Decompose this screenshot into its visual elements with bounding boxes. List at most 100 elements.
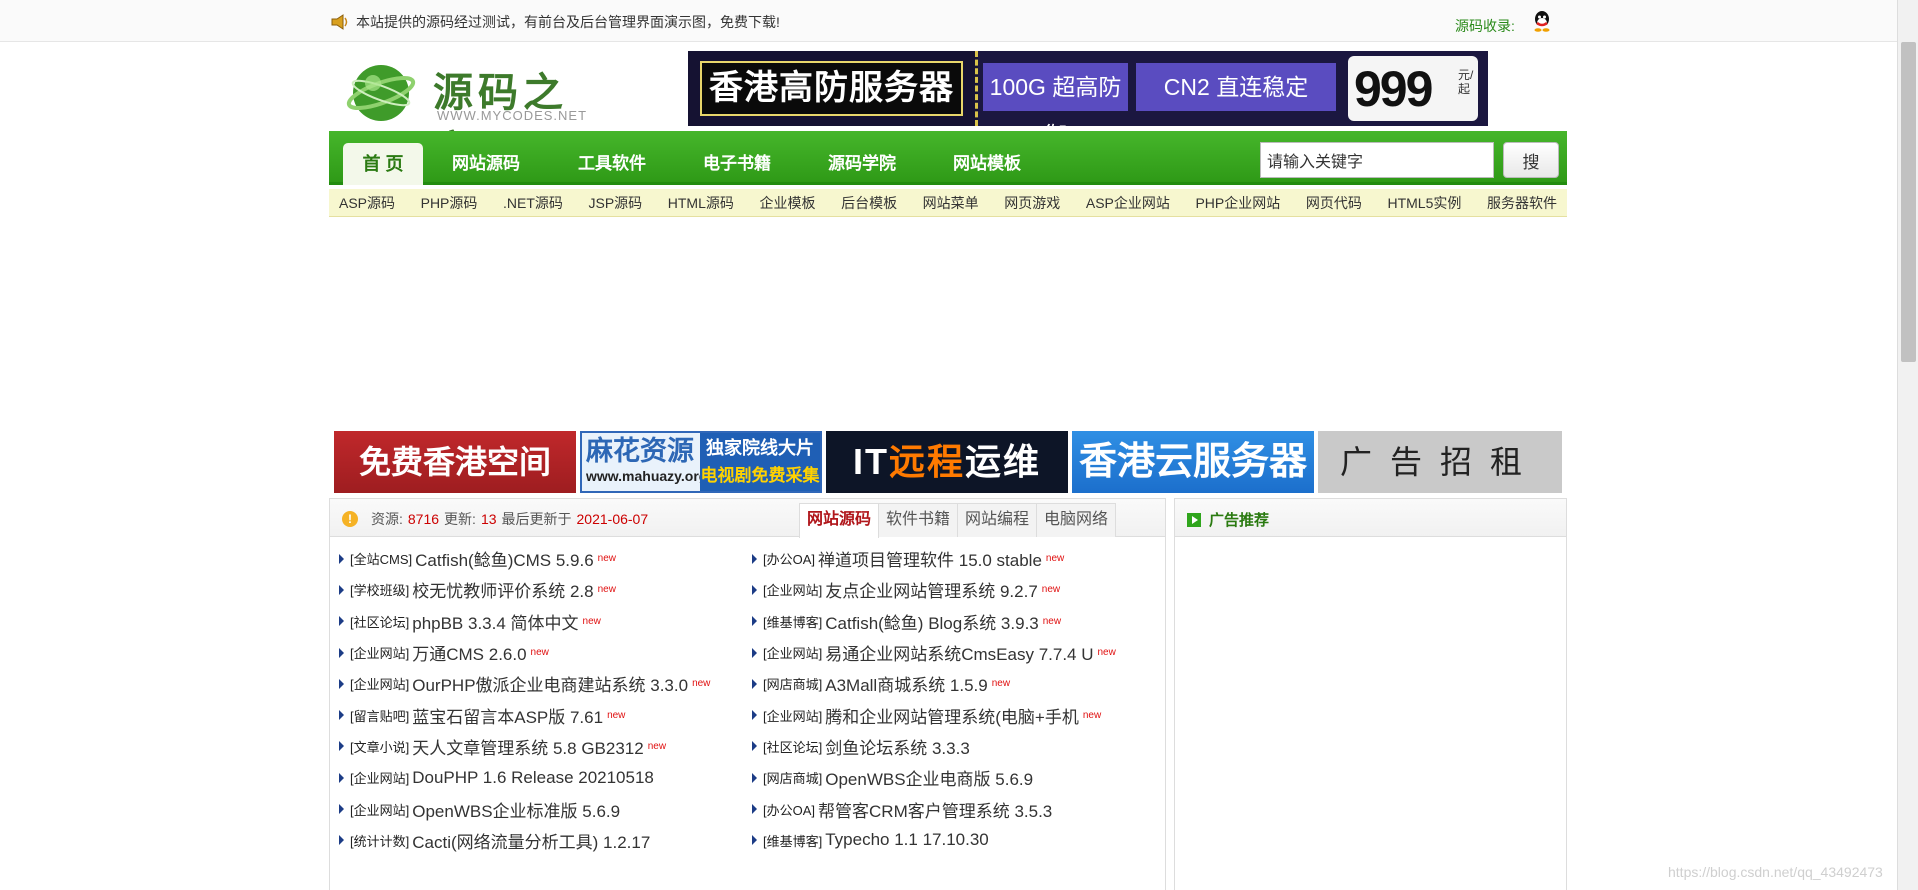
list-item[interactable]: [维基博客] Typecho 1.1 17.10.30 [752,825,1162,856]
category-tag[interactable]: [全站CMS] [350,549,412,568]
category-tag[interactable]: [企业网站] [763,643,822,662]
source-collect-link[interactable]: 源码收录: [1455,16,1515,36]
category-tag[interactable]: [学校班级] [350,580,409,599]
subnav-html5-examples[interactable]: HTML5实例 [1387,193,1461,213]
subnav-enterprise-templates[interactable]: 企业模板 [759,193,815,213]
category-tag[interactable]: [留言贴吧] [350,706,409,725]
play-icon [1187,512,1201,527]
list-item[interactable]: [办公OA] 帮管客CRM客户管理系统 3.5.3 [752,793,1162,824]
item-title[interactable]: 校无忧教师评价系统 2.8 [412,577,593,602]
search-button[interactable]: 搜 [1503,142,1559,178]
item-title[interactable]: Catfish(鲶鱼) Blog系统 3.9.3 [825,609,1039,634]
ad-hk-cloud-server[interactable]: 香港云服务器 [1072,431,1314,493]
list-item[interactable]: [企业网站] 腾和企业网站管理系统(电脑+手机 new [752,699,1162,730]
category-tag[interactable]: [维基博客] [763,831,822,850]
list-item[interactable]: [企业网站] OurPHP傲派企业电商建站系统 3.3.0 new [339,668,749,699]
list-item[interactable]: [社区论坛] 剑鱼论坛系统 3.3.3 [752,731,1162,762]
ad-mahua-resources[interactable]: 麻花资源 www.mahuazy.org 独家院线大片 电视剧免费采集 [580,431,822,493]
item-title[interactable]: 易通企业网站系统CmsEasy 7.7.4 U [825,640,1093,665]
list-item[interactable]: [社区论坛] phpBB 3.3.4 简体中文 new [339,606,749,637]
list-item[interactable]: [企业网站] 万通CMS 2.6.0 new [339,637,749,668]
category-tag[interactable]: [统计计数] [350,831,409,850]
ad-it-text-c: 运维 [965,441,1042,482]
ad-it-remote-ops[interactable]: IT远程运维 [826,431,1068,493]
list-item[interactable]: [文章小说] 天人文章管理系统 5.8 GB2312 new [339,731,749,762]
list-item[interactable]: [企业网站] 友点企业网站管理系统 9.2.7 new [752,574,1162,605]
category-tag[interactable]: [企业网站] [763,580,822,599]
item-title[interactable]: 剑鱼论坛系统 3.3.3 [825,734,970,759]
category-tag[interactable]: [文章小说] [350,737,409,756]
ad-space-for-rent[interactable]: 广告招租 [1318,431,1562,493]
qq-icon[interactable] [1532,10,1552,32]
subnav-server-software[interactable]: 服务器软件 [1487,193,1557,213]
subnav-web-code[interactable]: 网页代码 [1306,193,1362,213]
subnav-site-menus[interactable]: 网站菜单 [923,193,979,213]
item-title[interactable]: 友点企业网站管理系统 9.2.7 [825,577,1038,602]
item-title[interactable]: A3Mall商城系统 1.5.9 [825,671,988,696]
list-item[interactable]: [企业网站] 易通企业网站系统CmsEasy 7.7.4 U new [752,637,1162,668]
category-tag[interactable]: [社区论坛] [350,612,409,631]
category-tag[interactable]: [网店商城] [763,674,822,693]
subnav-admin-templates[interactable]: 后台模板 [841,193,897,213]
category-tag[interactable]: [企业网站] [350,674,409,693]
category-tag[interactable]: [企业网站] [763,706,822,725]
list-item[interactable]: [办公OA] 禅道项目管理软件 15.0 stable new [752,543,1162,574]
category-tag[interactable]: [企业网站] [350,768,409,787]
category-tag[interactable]: [维基博客] [763,612,822,631]
page-scrollbar[interactable] [1897,0,1918,890]
nav-tools[interactable]: 工具软件 [578,149,646,174]
list-item[interactable]: [网店商城] OpenWBS企业电商版 5.6.9 [752,762,1162,793]
subnav-asp-enterprise[interactable]: ASP企业网站 [1086,193,1170,213]
list-item[interactable]: [全站CMS] Catfish(鲶鱼)CMS 5.9.6 new [339,543,749,574]
nav-ebooks[interactable]: 电子书籍 [703,149,771,174]
nav-academy[interactable]: 源码学院 [828,149,896,174]
subnav-html[interactable]: HTML源码 [668,193,734,213]
list-item[interactable]: [网店商城] A3Mall商城系统 1.5.9 new [752,668,1162,699]
item-title[interactable]: 蓝宝石留言本ASP版 7.61 [412,703,603,728]
category-tag[interactable]: [办公OA] [763,549,815,568]
category-tag[interactable]: [社区论坛] [763,737,822,756]
new-badge: new [1082,709,1102,721]
category-tag[interactable]: [企业网站] [350,643,409,662]
top-banner-ad[interactable]: 香港高防服务器 100G 超高防御 CN2 直连稳定 20ms 999 元/起 [688,51,1488,126]
subnav-asp[interactable]: ASP源码 [339,193,395,213]
category-tag[interactable]: [办公OA] [763,800,815,819]
item-title[interactable]: 帮管客CRM客户管理系统 3.5.3 [818,797,1052,822]
nav-site-source[interactable]: 网站源码 [452,149,520,174]
list-item[interactable]: [企业网站] DouPHP 1.6 Release 20210518 [339,762,749,793]
item-title[interactable]: OurPHP傲派企业电商建站系统 3.3.0 [412,671,688,696]
tab-web-programming[interactable]: 网站编程 [957,503,1038,537]
item-title[interactable]: DouPHP 1.6 Release 20210518 [412,768,654,788]
list-item[interactable]: [学校班级] 校无忧教师评价系统 2.8 new [339,574,749,605]
tab-software-books[interactable]: 软件书籍 [878,503,959,537]
list-item[interactable]: [企业网站] OpenWBS企业标准版 5.6.9 [339,793,749,824]
search-input[interactable] [1260,142,1494,178]
subnav-php-enterprise[interactable]: PHP企业网站 [1195,193,1280,213]
item-title[interactable]: 万通CMS 2.6.0 [412,640,526,665]
list-item[interactable]: [统计计数] Cacti(网络流量分析工具) 1.2.17 [339,825,749,856]
item-title[interactable]: 腾和企业网站管理系统(电脑+手机 [825,703,1079,728]
nav-home[interactable]: 首 页 [343,143,423,185]
subnav-jsp[interactable]: JSP源码 [588,193,642,213]
scrollbar-thumb[interactable] [1901,42,1916,362]
site-logo[interactable]: 源码之家 WWW.MYCODES.NET [345,52,595,174]
category-tag[interactable]: [网店商城] [763,768,822,787]
subnav-web-games[interactable]: 网页游戏 [1004,193,1060,213]
tab-site-source[interactable]: 网站源码 [799,503,880,538]
item-title[interactable]: 禅道项目管理软件 15.0 stable [818,546,1042,571]
list-item[interactable]: [维基博客] Catfish(鲶鱼) Blog系统 3.9.3 new [752,606,1162,637]
item-title[interactable]: OpenWBS企业标准版 5.6.9 [412,797,620,822]
list-item[interactable]: [留言贴吧] 蓝宝石留言本ASP版 7.61 new [339,699,749,730]
item-title[interactable]: Cacti(网络流量分析工具) 1.2.17 [412,828,650,853]
ad-free-hk-hosting[interactable]: 免费香港空间 [334,431,576,493]
item-title[interactable]: phpBB 3.3.4 简体中文 [412,609,578,634]
subnav-php[interactable]: PHP源码 [421,193,478,213]
category-tag[interactable]: [企业网站] [350,800,409,819]
subnav-dotnet[interactable]: .NET源码 [503,193,563,213]
tab-computer-network[interactable]: 电脑网络 [1036,503,1117,537]
item-title[interactable]: Typecho 1.1 17.10.30 [825,830,989,850]
item-title[interactable]: 天人文章管理系统 5.8 GB2312 [412,734,643,759]
item-title[interactable]: OpenWBS企业电商版 5.6.9 [825,765,1033,790]
nav-templates[interactable]: 网站模板 [953,149,1021,174]
item-title[interactable]: Catfish(鲶鱼)CMS 5.9.6 [415,546,594,571]
